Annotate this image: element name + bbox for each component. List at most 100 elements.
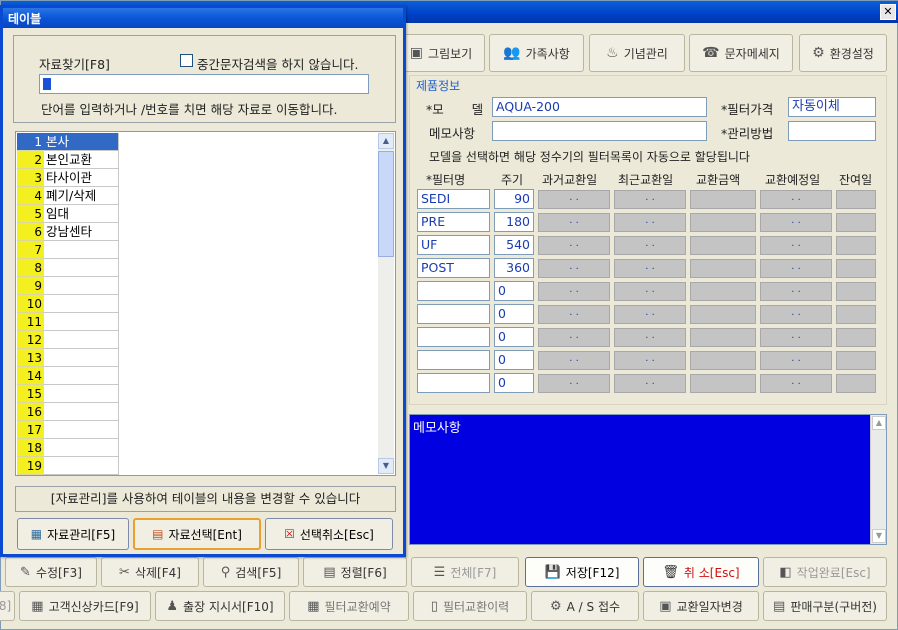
header-due-date: 교환예정일 (765, 173, 821, 187)
remaining-cell (836, 374, 876, 393)
model-field[interactable]: AQUA-200 (492, 97, 707, 117)
list-item[interactable]: 2 본인교환 (17, 151, 119, 169)
list-item[interactable]: 7 (17, 241, 119, 259)
search-button[interactable]: ⚲ 검색[F5] (203, 557, 299, 587)
list-item[interactable]: 16 (17, 403, 119, 421)
search-hint: 단어를 입력하거나 /번호를 치면 해당 자료로 이동합니다. (41, 102, 338, 117)
scroll-up-icon[interactable]: ▲ (872, 416, 886, 430)
list-item[interactable]: 4 폐기/삭제 (17, 187, 119, 205)
table-list[interactable]: 1 본사 2 본인교환 3 타사이관 4 폐기/삭제 5 임대 6 강남센타 7 8 9 10 11 12 13 14… (15, 131, 396, 476)
filter-name-cell[interactable] (417, 350, 490, 370)
cycle-cell[interactable]: 0 (494, 281, 534, 301)
row-name (44, 331, 119, 349)
list-item[interactable]: 18 (17, 439, 119, 457)
customer-card-button[interactable]: ▦ 고객신상카드[F9] (19, 591, 151, 621)
delete-button[interactable]: ✂ 삭제[F4] (101, 557, 199, 587)
list-item[interactable]: 12 (17, 331, 119, 349)
sales-icon: ▤ (773, 598, 786, 614)
close-icon[interactable]: ✕ (880, 4, 896, 20)
filter-price-field[interactable]: 자동이체 (788, 97, 876, 117)
trip-order-button[interactable]: ♟ 출장 지시서[F10] (155, 591, 285, 621)
change-date-button[interactable]: ▣ 교환일자변경 (643, 591, 759, 621)
cycle-cell[interactable]: 0 (494, 327, 534, 347)
sms-button[interactable]: ☎ 문자메세지 (689, 34, 793, 72)
cycle-cell[interactable]: 0 (494, 373, 534, 393)
filter-name-cell[interactable]: POST (417, 258, 490, 278)
settings-button[interactable]: ⚙ 환경설정 (799, 34, 887, 72)
sales-type-button[interactable]: ▤ 판매구분(구버전) (763, 591, 887, 621)
as-service-button[interactable]: ⚙ A / S 접수 (531, 591, 639, 621)
middle-search-checkbox[interactable] (180, 54, 193, 67)
scroll-down-icon[interactable]: ▼ (872, 529, 886, 543)
list-item[interactable]: 17 (17, 421, 119, 439)
amount-cell (690, 236, 756, 255)
row-name (44, 439, 119, 457)
filter-reserve-button[interactable]: ▦ 필터교환예약 (289, 591, 409, 621)
list-item[interactable]: 8 (17, 259, 119, 277)
data-manage-button[interactable]: ▦ 자료관리[F5] (17, 518, 129, 550)
row-name (44, 403, 119, 421)
row-number: 8 (17, 259, 44, 277)
filter-name-cell[interactable] (417, 304, 490, 324)
header-amount: 교환금액 (696, 173, 741, 187)
family-button[interactable]: 👥 가족사항 (489, 34, 584, 72)
date-cell: . . (538, 236, 610, 255)
amount-cell (690, 259, 756, 278)
anniversary-button[interactable]: ♨ 기념관리 (589, 34, 685, 72)
list-item[interactable]: 9 (17, 277, 119, 295)
cancel-select-button[interactable]: ☒ 선택취소[Esc] (265, 518, 393, 550)
row-number: 16 (17, 403, 44, 421)
cycle-cell[interactable]: 0 (494, 350, 534, 370)
partial-button[interactable]: 8] (0, 591, 15, 621)
list-item[interactable]: 6 강남센타 (17, 223, 119, 241)
sort-button[interactable]: ▤ 정렬[F6] (303, 557, 407, 587)
date-cell: . . (614, 190, 686, 209)
list-item[interactable]: 14 (17, 367, 119, 385)
header-filter-name: *필터명 (426, 173, 466, 187)
cycle-cell[interactable]: 540 (494, 235, 534, 255)
cycle-cell[interactable]: 180 (494, 212, 534, 232)
all-button[interactable]: ☰ 전체[F7] (411, 557, 519, 587)
scroll-down-icon[interactable]: ▼ (378, 458, 394, 474)
filter-name-cell[interactable] (417, 373, 490, 393)
filter-name-cell[interactable] (417, 281, 490, 301)
filter-history-button[interactable]: ▯ 필터교환이력 (413, 591, 527, 621)
save-button[interactable]: 💾 저장[F12] (525, 557, 639, 587)
list-item[interactable]: 13 (17, 349, 119, 367)
cycle-cell[interactable]: 360 (494, 258, 534, 278)
data-select-button[interactable]: ▤ 자료선택[Ent] (133, 518, 261, 550)
row-number: 18 (17, 439, 44, 457)
search-input[interactable] (39, 74, 369, 94)
date-cell: . . (614, 213, 686, 232)
date-cell: . . (614, 282, 686, 301)
memo-textarea[interactable]: 메모사항 ▲ ▼ (409, 414, 887, 545)
complete-button[interactable]: ◧ 작업완료[Esc] (763, 557, 887, 587)
delete-icon: ✂ (119, 564, 130, 580)
memo-field[interactable] (492, 121, 707, 141)
cycle-cell[interactable]: 0 (494, 304, 534, 324)
row-number: 3 (17, 169, 44, 187)
list-item[interactable]: 19 (17, 457, 119, 475)
date-cell: . . (760, 236, 832, 255)
scroll-thumb[interactable] (378, 151, 394, 257)
list-item[interactable]: 5 임대 (17, 205, 119, 223)
cancel-button[interactable]: 🗑 취 소[Esc] (643, 557, 759, 587)
memo-scrollbar[interactable]: ▲ ▼ (870, 415, 886, 544)
list-item[interactable]: 11 (17, 313, 119, 331)
list-item[interactable]: 15 (17, 385, 119, 403)
picture-view-button[interactable]: ▣ 그림보기 (397, 34, 485, 72)
scroll-up-icon[interactable]: ▲ (378, 133, 394, 149)
list-scrollbar[interactable]: ▲ ▼ (378, 133, 394, 474)
list-item[interactable]: 1 본사 (17, 133, 119, 151)
product-info-title: 제품정보 (416, 79, 461, 93)
edit-button[interactable]: ✎ 수정[F3] (5, 557, 97, 587)
list-item[interactable]: 10 (17, 295, 119, 313)
cycle-cell[interactable]: 90 (494, 189, 534, 209)
filter-name-cell[interactable]: PRE (417, 212, 490, 232)
date-cell: . . (538, 374, 610, 393)
list-item[interactable]: 3 타사이관 (17, 169, 119, 187)
filter-name-cell[interactable] (417, 327, 490, 347)
filter-name-cell[interactable]: UF (417, 235, 490, 255)
filter-name-cell[interactable]: SEDI (417, 189, 490, 209)
manage-method-field[interactable] (788, 121, 876, 141)
